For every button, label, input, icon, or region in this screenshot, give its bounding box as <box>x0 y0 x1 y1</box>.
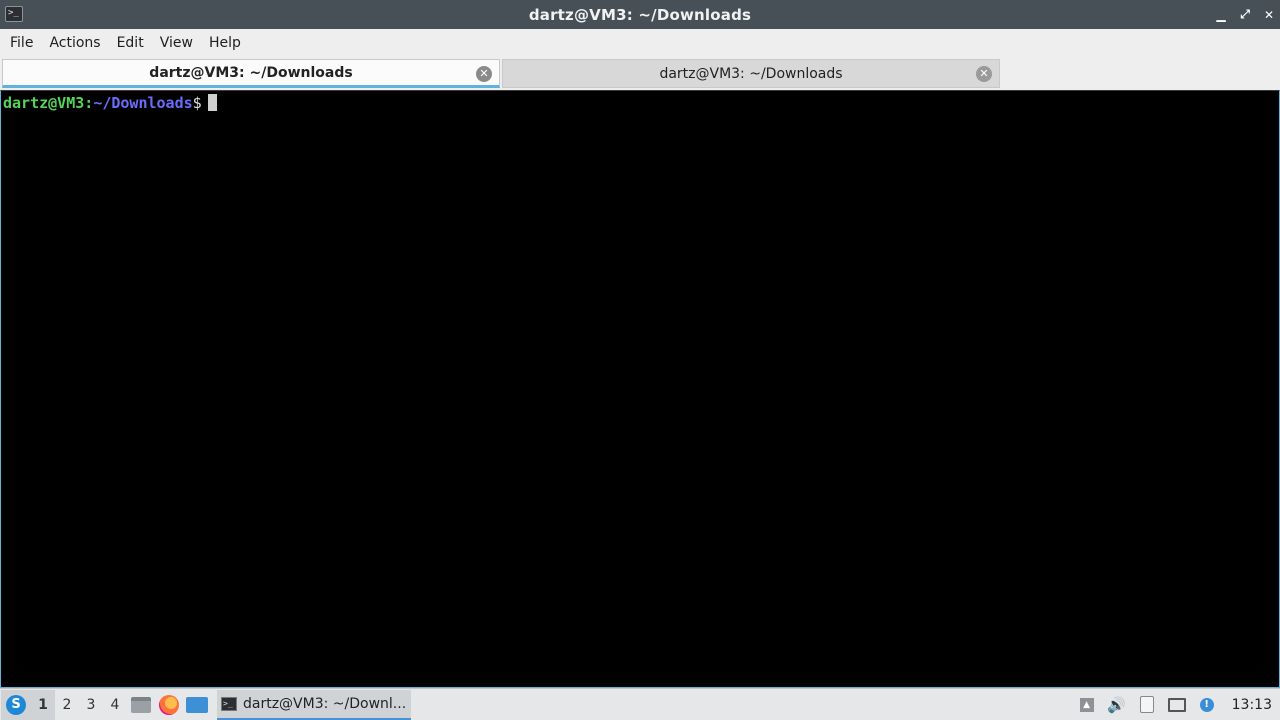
menu-bar: File Actions Edit View Help <box>0 29 1280 57</box>
prompt-path: ~/Downloads <box>93 94 193 112</box>
window-title: dartz@VM3: ~/Downloads <box>528 5 752 24</box>
close-button[interactable]: ✕ <box>1264 8 1274 22</box>
tab-bar: dartz@VM3: ~/Downloads ✕ dartz@VM3: ~/Do… <box>0 57 1280 90</box>
start-menu-icon: S <box>6 694 26 715</box>
tray-expand-button[interactable]: ▲ <box>1072 690 1102 720</box>
taskbar-window-terminal[interactable]: >_ dartz@VM3: ~/Downl... <box>217 689 411 720</box>
prompt-separator: : <box>84 94 94 112</box>
clipboard-icon <box>1139 696 1154 713</box>
clipboard-button[interactable] <box>1132 690 1162 720</box>
menu-view[interactable]: View <box>152 35 201 51</box>
system-tray: ▲ 🔊 ! 13:13 <box>1072 690 1280 720</box>
tab-close-icon[interactable]: ✕ <box>476 66 492 82</box>
network-button[interactable] <box>1162 690 1192 720</box>
taskbar-window-label: dartz@VM3: ~/Downl... <box>243 695 407 712</box>
prompt-user: dartz@VM3 <box>3 94 85 112</box>
file-manager-icon <box>131 696 151 713</box>
updates-button[interactable]: ! <box>1192 690 1222 720</box>
clock[interactable]: 13:13 <box>1222 697 1280 713</box>
tab-2[interactable]: dartz@VM3: ~/Downloads ✕ <box>502 59 1000 88</box>
tab-label: dartz@VM3: ~/Downloads <box>149 64 353 81</box>
maximize-button[interactable]: ⤢ <box>1240 7 1250 22</box>
terminal-app-icon[interactable]: >_ <box>5 6 23 22</box>
minimize-button[interactable]: ▁ <box>1216 8 1226 22</box>
volume-icon: 🔊 <box>1107 695 1126 714</box>
network-icon <box>1167 697 1186 712</box>
prompt-line: dartz@VM3:~/Downloads$ <box>3 94 1277 112</box>
tab-close-icon[interactable]: ✕ <box>976 66 992 82</box>
start-menu-button[interactable]: S <box>1 689 31 720</box>
menu-help[interactable]: Help <box>201 35 249 51</box>
show-desktop-button[interactable] <box>183 690 211 720</box>
desktop-1-button[interactable]: 1 <box>31 689 55 720</box>
prompt-sign: $ <box>192 94 202 112</box>
menu-edit[interactable]: Edit <box>109 35 152 51</box>
firefox-launcher[interactable] <box>155 690 183 720</box>
text-cursor <box>207 94 217 111</box>
volume-button[interactable]: 🔊 <box>1102 690 1132 720</box>
chevron-up-icon: ▲ <box>1079 697 1094 712</box>
tab-label: dartz@VM3: ~/Downloads <box>659 65 843 82</box>
terminal-area[interactable]: dartz@VM3:~/Downloads$ <box>0 90 1280 688</box>
menu-file[interactable]: File <box>2 35 41 51</box>
window-titlebar[interactable]: >_ dartz@VM3: ~/Downloads ▁ ⤢ ✕ <box>0 0 1280 29</box>
taskbar: S 1 2 3 4 >_ dartz@VM3: ~/Downl... ▲ 🔊 !… <box>0 688 1280 720</box>
update-notifier-icon: ! <box>1199 697 1214 712</box>
desktop-icon <box>186 696 208 713</box>
menu-actions[interactable]: Actions <box>41 35 108 51</box>
terminal-icon: >_ <box>221 696 237 711</box>
desktop-3-button[interactable]: 3 <box>79 690 103 720</box>
window-controls: ▁ ⤢ ✕ <box>1216 0 1274 29</box>
desktop-2-button[interactable]: 2 <box>55 690 79 720</box>
file-manager-launcher[interactable] <box>127 690 155 720</box>
firefox-icon <box>159 694 179 715</box>
tab-1[interactable]: dartz@VM3: ~/Downloads ✕ <box>2 59 500 88</box>
desktop-4-button[interactable]: 4 <box>103 690 127 720</box>
